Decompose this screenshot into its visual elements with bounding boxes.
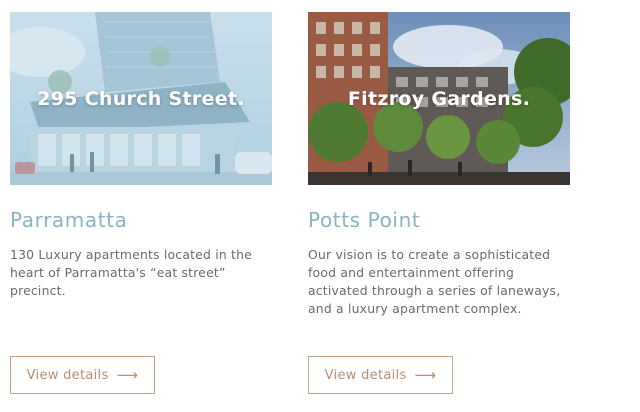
view-details-button[interactable]: View details ⟶ <box>10 356 155 394</box>
arrow-right-icon: ⟶ <box>116 365 139 384</box>
arrow-right-icon: ⟶ <box>414 365 437 384</box>
project-card-parramatta: 295 Church Street. Parramatta 130 Luxury… <box>10 12 272 394</box>
project-card-potts-point: Fitzroy Gardens. Potts Point Our vision … <box>308 12 570 394</box>
project-image-fitzroy-gardens[interactable]: Fitzroy Gardens. <box>308 12 570 185</box>
button-label: View details <box>324 367 407 383</box>
image-title: 295 Church Street. <box>37 88 245 110</box>
project-description: 130 Luxury apartments located in the hea… <box>10 247 252 298</box>
view-details-button[interactable]: View details ⟶ <box>308 356 453 394</box>
location-heading[interactable]: Parramatta <box>10 208 127 232</box>
project-listing: 295 Church Street. Parramatta 130 Luxury… <box>0 0 640 412</box>
location-heading[interactable]: Potts Point <box>308 208 420 232</box>
project-description: Our vision is to create a sophisticated … <box>308 247 561 316</box>
button-label: View details <box>26 367 109 383</box>
image-title: Fitzroy Gardens. <box>347 88 531 110</box>
project-image-church-street[interactable]: 295 Church Street. <box>10 12 272 185</box>
